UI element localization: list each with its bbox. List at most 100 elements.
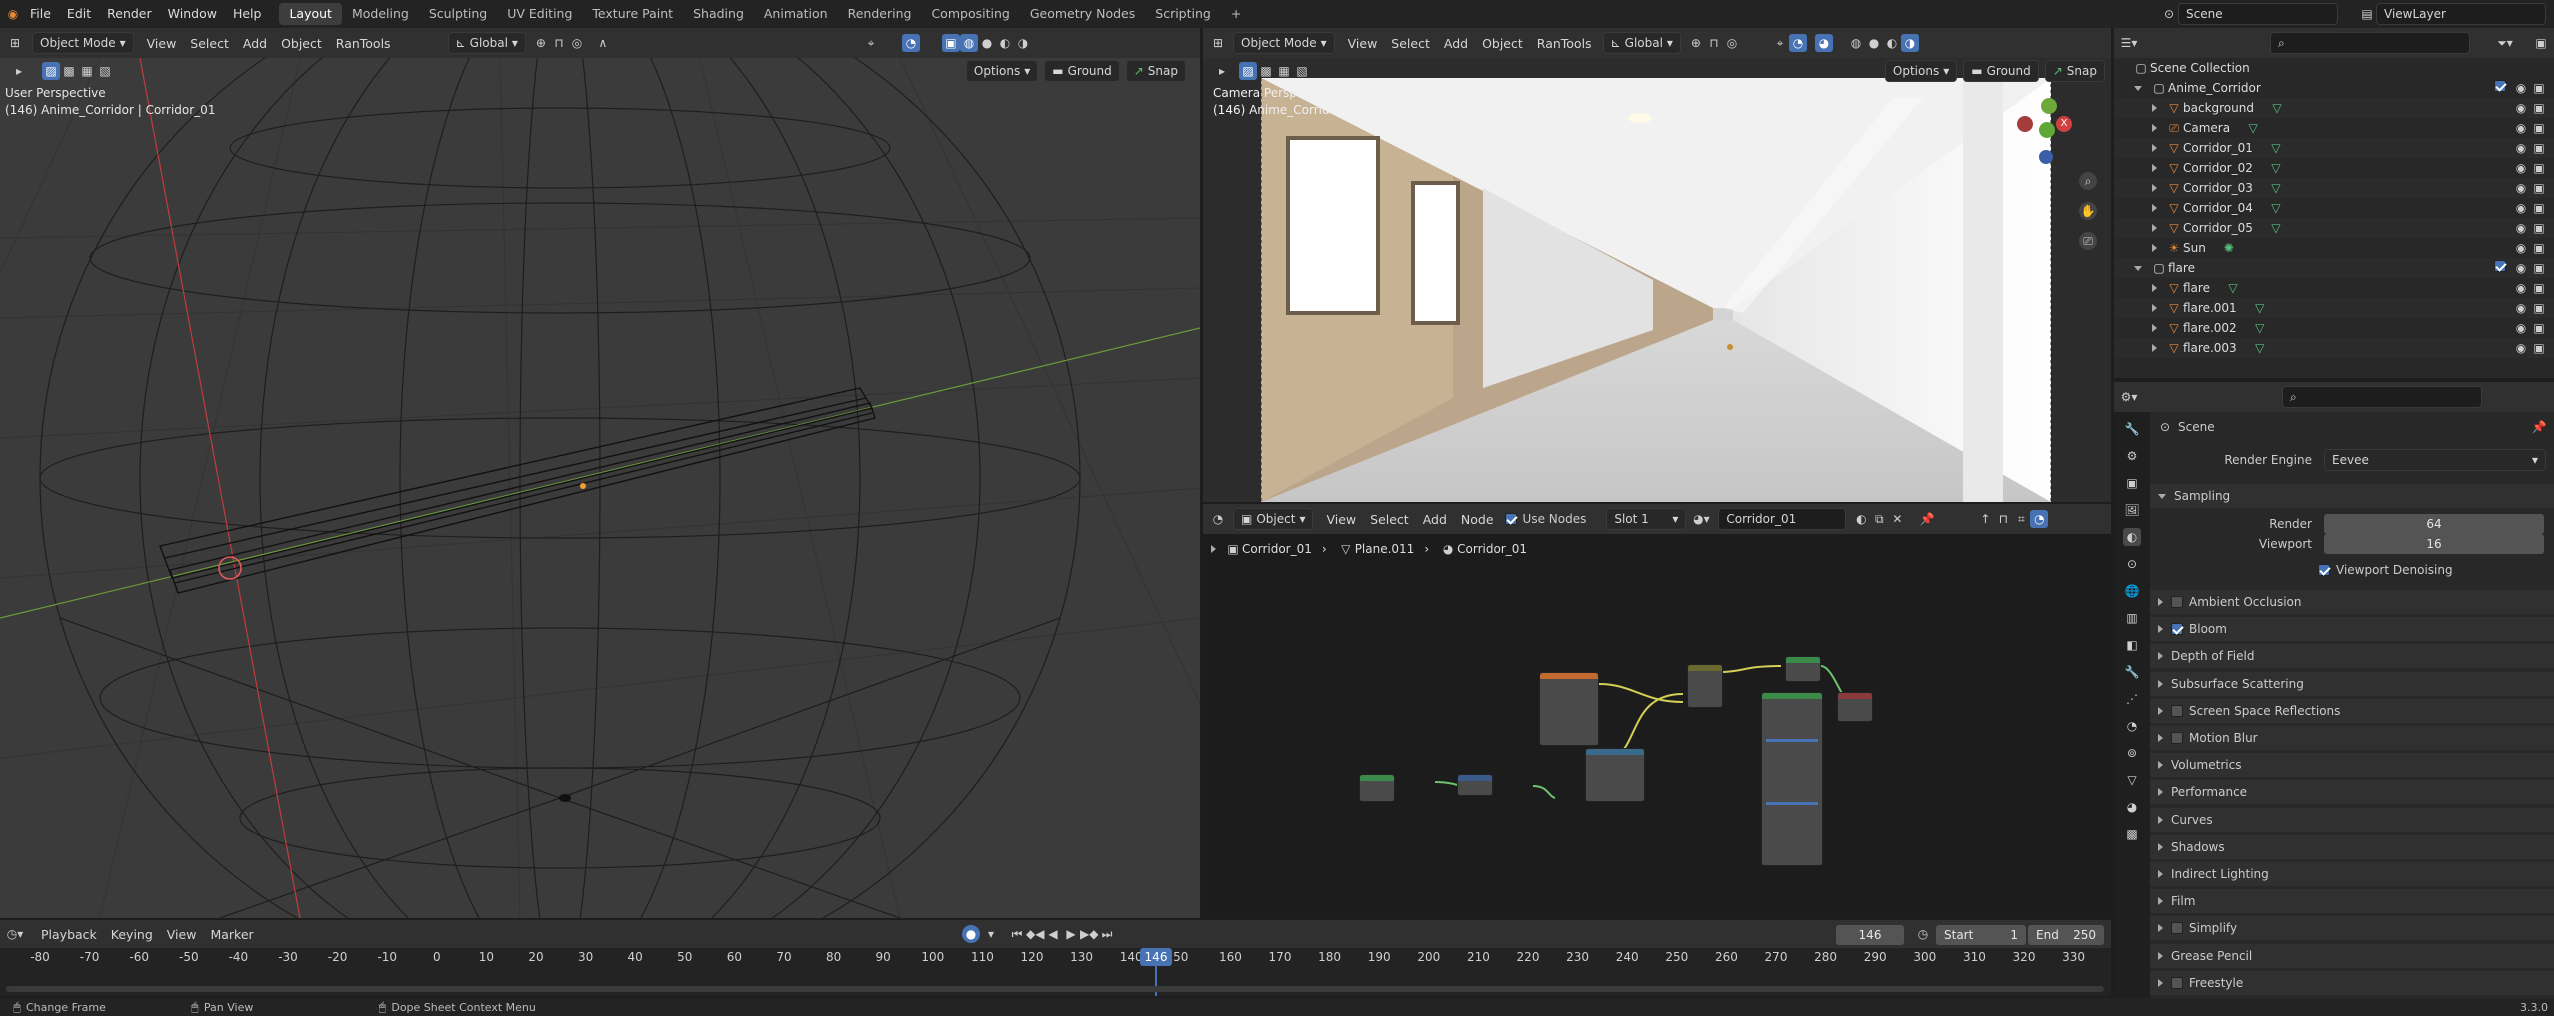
left_viewport-menu-object[interactable]: Object bbox=[274, 36, 329, 51]
outliner-item[interactable]: ☀ Sun ✺ ◉ ▣ bbox=[2114, 238, 2554, 258]
render-camera-icon[interactable]: ▣ bbox=[2530, 239, 2548, 257]
solid-shading-icon-2[interactable]: ● bbox=[1865, 34, 1883, 52]
gizmo-z[interactable] bbox=[2039, 150, 2053, 164]
gizmo-x[interactable]: X bbox=[2056, 116, 2072, 132]
fake-user-icon[interactable]: ◐ bbox=[1852, 510, 1870, 528]
timeline-scrollbar[interactable] bbox=[6, 986, 2104, 992]
expand-icon[interactable] bbox=[2152, 224, 2157, 232]
panel-volumetrics[interactable]: Volumetrics bbox=[2150, 753, 2554, 778]
play-icon[interactable]: ▶ bbox=[1062, 925, 1080, 943]
panel-simplify[interactable]: Simplify bbox=[2150, 916, 2554, 941]
expand-icon[interactable] bbox=[2152, 144, 2157, 152]
menu-file[interactable]: File bbox=[22, 0, 59, 28]
exclude-checkbox[interactable] bbox=[2494, 80, 2506, 92]
workspace-tab-compositing[interactable]: Compositing bbox=[921, 3, 1019, 25]
use-nodes-toggle[interactable]: Use Nodes bbox=[1504, 512, 1586, 526]
jump-end-icon[interactable]: ⏭ bbox=[1098, 925, 1116, 943]
node_editor-menu-select[interactable]: Select bbox=[1363, 512, 1416, 527]
texture-coord-node[interactable] bbox=[1359, 774, 1395, 802]
eye-icon[interactable]: ◉ bbox=[2512, 219, 2530, 237]
principled-bsdf-node[interactable] bbox=[1761, 692, 1823, 866]
eye-icon[interactable]: ◉ bbox=[2512, 279, 2530, 297]
gizmo-y[interactable] bbox=[2041, 98, 2057, 114]
eye-icon[interactable]: ◉ bbox=[2512, 319, 2530, 337]
exclude-checkbox[interactable] bbox=[2494, 260, 2506, 272]
render-samples-field[interactable]: 64 bbox=[2324, 514, 2544, 534]
right-snap-button[interactable]: ↗ Snap bbox=[2044, 60, 2105, 82]
node_editor-menu-node[interactable]: Node bbox=[1454, 512, 1501, 527]
output-tab-icon[interactable]: ▣ bbox=[2123, 474, 2141, 492]
particles-tab-icon[interactable]: ⋰ bbox=[2123, 690, 2141, 708]
outliner-item[interactable]: ▽ Corridor_04 ▽ ◉ ▣ bbox=[2114, 198, 2554, 218]
outliner-item[interactable]: ▽ Corridor_02 ▽ ◉ ▣ bbox=[2114, 158, 2554, 178]
panel-curves[interactable]: Curves bbox=[2150, 807, 2554, 832]
right_viewport-menu-add[interactable]: Add bbox=[1437, 36, 1475, 51]
slot-dropdown[interactable]: Slot 1 ▾ bbox=[1606, 508, 1687, 530]
left-viewport[interactable]: ▸ ▨ ▩ ▦ ▧ Options ▾ ▬ Ground ↗ Snap User… bbox=[0, 58, 1200, 918]
eye-icon[interactable]: ◉ bbox=[2512, 179, 2530, 197]
panel-indirect-lighting[interactable]: Indirect Lighting bbox=[2150, 862, 2554, 886]
select-extend-icon-2[interactable]: ▩ bbox=[1257, 62, 1275, 80]
navigation-gizmo[interactable]: X bbox=[2013, 88, 2083, 164]
select-tool-icon-2[interactable]: ▸ bbox=[1213, 62, 1231, 80]
right_viewport-menu-view[interactable]: View bbox=[1341, 36, 1385, 51]
expand-icon[interactable] bbox=[2152, 344, 2157, 352]
outliner-item[interactable]: ▽ Corridor_05 ▽ ◉ ▣ bbox=[2114, 218, 2554, 238]
timeline-menu-view[interactable]: View bbox=[160, 927, 204, 942]
filter-icon[interactable]: ⏷▾ bbox=[2496, 34, 2514, 52]
snap-node-icon[interactable]: ⊓ bbox=[1994, 510, 2012, 528]
node_editor-menu-add[interactable]: Add bbox=[1416, 512, 1454, 527]
node-object-dropdown[interactable]: ▣ Object ▾ bbox=[1233, 508, 1314, 530]
eye-icon[interactable]: ◉ bbox=[2512, 339, 2530, 357]
right-mode-dropdown[interactable]: Object Mode ▾ bbox=[1233, 32, 1335, 54]
rendered-shading-icon-2[interactable]: ◑ bbox=[1900, 34, 1919, 52]
render-camera-icon[interactable]: ▣ bbox=[2530, 339, 2548, 357]
panel-checkbox[interactable] bbox=[2171, 704, 2183, 717]
timeline-menu-keying[interactable]: Keying bbox=[104, 927, 160, 942]
outliner-item[interactable]: ▽ background ▽ ◉ ▣ bbox=[2114, 98, 2554, 118]
left_viewport-menu-select[interactable]: Select bbox=[183, 36, 236, 51]
render-camera-icon[interactable]: ▣ bbox=[2530, 99, 2548, 117]
workspace-tab-animation[interactable]: Animation bbox=[754, 3, 838, 25]
panel-subsurface-scattering[interactable]: Subsurface Scattering bbox=[2150, 671, 2554, 696]
eye-icon[interactable]: ◉ bbox=[2512, 299, 2530, 317]
outliner-item[interactable]: ▢ flare ◉ ▣ bbox=[2114, 258, 2554, 278]
duplicate-material-icon[interactable]: ⧉ bbox=[1870, 510, 1888, 528]
outliner-item[interactable]: ▽ Corridor_03 ▽ ◉ ▣ bbox=[2114, 178, 2554, 198]
gizmo-icon[interactable]: ◔ bbox=[901, 34, 920, 52]
outliner-item[interactable]: ▽ flare.002 ▽ ◉ ▣ bbox=[2114, 318, 2554, 338]
prev-keyframe-icon[interactable]: ◆◀ bbox=[1026, 925, 1044, 943]
panel-checkbox[interactable] bbox=[2171, 976, 2183, 989]
expand-icon[interactable] bbox=[2134, 85, 2142, 91]
editor-type-properties-icon[interactable]: ⚙▾ bbox=[2120, 388, 2138, 406]
snap-toggle-icon[interactable]: ⊓ bbox=[550, 34, 568, 52]
image-texture-node[interactable] bbox=[1539, 672, 1599, 746]
falloff-icon[interactable]: ∧ bbox=[594, 34, 612, 52]
panel-film[interactable]: Film bbox=[2150, 889, 2554, 914]
menu-edit[interactable]: Edit bbox=[59, 0, 99, 28]
render-camera-icon[interactable]: ▣ bbox=[2530, 79, 2548, 97]
render-camera-icon[interactable]: ▣ bbox=[2530, 119, 2548, 137]
right_viewport-menu-select[interactable]: Select bbox=[1384, 36, 1437, 51]
preview-range-icon[interactable]: ◷ bbox=[1914, 925, 1932, 943]
material-shading-icon[interactable]: ◐ bbox=[996, 34, 1014, 52]
snap-toggle-icon-2[interactable]: ⊓ bbox=[1705, 34, 1723, 52]
proportional-icon-2[interactable]: ◎ bbox=[1723, 34, 1741, 52]
parent-node-icon[interactable]: ↑ bbox=[1976, 510, 1994, 528]
menu-window[interactable]: Window bbox=[160, 0, 225, 28]
collection-tab-icon[interactable]: 🌐 bbox=[2123, 582, 2141, 600]
material-output-node[interactable] bbox=[1837, 692, 1873, 722]
outliner-item[interactable]: ▽ flare.001 ▽ ◉ ▣ bbox=[2114, 298, 2554, 318]
workspace-tab-layout[interactable]: Layout bbox=[279, 3, 342, 25]
pivot-icon[interactable]: ⊕ bbox=[532, 34, 550, 52]
menu-help[interactable]: Help bbox=[225, 0, 270, 28]
outliner-root[interactable]: ▢ Scene Collection bbox=[2114, 58, 2554, 78]
select-subtract-icon[interactable]: ▦ bbox=[78, 62, 96, 80]
panel-freestyle[interactable]: Freestyle bbox=[2150, 970, 2554, 995]
viewport-samples-field[interactable]: 16 bbox=[2324, 534, 2544, 554]
render-camera-icon[interactable]: ▣ bbox=[2530, 319, 2548, 337]
select-invert-icon-2[interactable]: ▧ bbox=[1293, 62, 1311, 80]
left-transform-dropdown[interactable]: ⊾ Global ▾ bbox=[447, 32, 526, 54]
scene-field[interactable]: Scene bbox=[2178, 3, 2338, 25]
material-icon[interactable]: ◕▾ bbox=[1692, 510, 1710, 528]
